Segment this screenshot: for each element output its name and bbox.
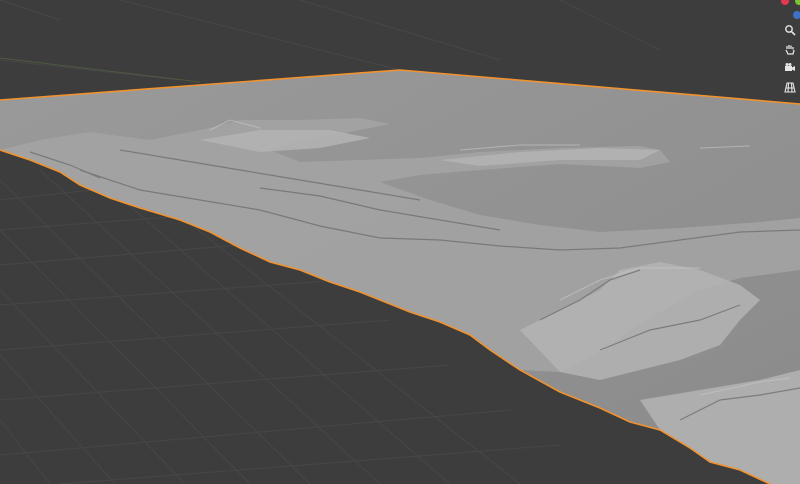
camera-button[interactable] bbox=[784, 60, 800, 76]
y-axis-icon[interactable] bbox=[795, 0, 800, 5]
grid-perspective-icon bbox=[784, 82, 796, 93]
projection-button[interactable] bbox=[784, 79, 800, 95]
z-axis-icon[interactable] bbox=[793, 11, 800, 19]
viewport-scene[interactable] bbox=[0, 0, 800, 484]
3d-viewport[interactable] bbox=[0, 0, 800, 484]
camera-icon bbox=[785, 63, 795, 71]
magnifier-icon bbox=[785, 25, 796, 36]
pan-button[interactable] bbox=[784, 41, 800, 57]
navigation-controls bbox=[784, 22, 800, 95]
x-axis-icon[interactable] bbox=[781, 0, 789, 5]
hand-icon bbox=[785, 45, 795, 55]
zoom-button[interactable] bbox=[784, 22, 800, 38]
